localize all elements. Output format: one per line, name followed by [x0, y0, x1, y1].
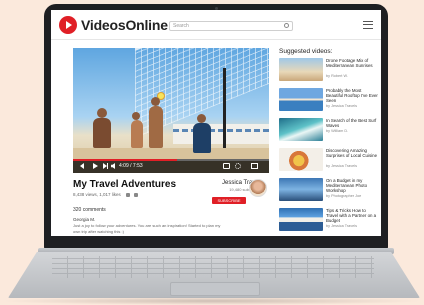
suggested-video-author: by Jessica Travels: [326, 104, 358, 108]
laptop-shadow: [0, 297, 424, 305]
player-head: [97, 108, 107, 118]
fullscreen-icon[interactable]: [251, 163, 258, 169]
player-figure: [149, 106, 163, 148]
volume-icon[interactable]: [111, 163, 115, 169]
video-frame-building: [173, 124, 269, 144]
video-stats: 8,438 views, 1,017 likes: [73, 192, 139, 197]
comments-count: 320 comments: [73, 207, 106, 213]
subscribe-button[interactable]: SUBSCRIBE: [212, 197, 246, 204]
skip-icon[interactable]: [103, 163, 108, 169]
suggested-video-title[interactable]: Discovering Amazing Surprises of Local C…: [326, 148, 378, 158]
suggested-video-thumbnail[interactable]: [279, 208, 323, 231]
suggested-video-thumbnail[interactable]: [279, 88, 323, 111]
suggested-video-author: by Photographer Joe: [326, 194, 362, 198]
dislike-icon[interactable]: [134, 192, 139, 197]
previous-icon[interactable]: [80, 163, 84, 169]
suggested-video-title[interactable]: Drone Footage Mix of Mediterranean Sunri…: [326, 58, 378, 68]
suggested-video-author: by Jessica Travels: [326, 164, 358, 168]
video-title: My Travel Adventures: [73, 179, 177, 190]
suggested-videos-heading: Suggested videos:: [279, 48, 333, 55]
comment-author[interactable]: Georgia M.: [73, 217, 95, 222]
comment-text: Just a joy to follow your adventures. Yo…: [73, 223, 221, 234]
cc-icon[interactable]: [223, 163, 230, 169]
play-icon[interactable]: [93, 163, 98, 169]
search-icon[interactable]: [284, 23, 289, 28]
suggested-video-title[interactable]: Tips & Tricks How to Travel with a Partn…: [326, 208, 378, 223]
video-controls: 4:09 / 7:53: [73, 159, 269, 173]
player-head: [132, 112, 140, 120]
site-name: VideosOnline: [81, 17, 168, 33]
suggested-video-item[interactable]: On a Budget in my Mediterranean Photo Wo…: [279, 178, 377, 203]
suggested-video-title[interactable]: In Search of the Best Surf Waves: [326, 118, 378, 128]
suggested-video-thumbnail[interactable]: [279, 148, 323, 171]
search-placeholder: Search: [173, 23, 189, 29]
search-input[interactable]: Search: [169, 21, 293, 31]
video-logo-icon: [59, 16, 77, 34]
video-time: 4:09 / 7:53: [119, 163, 143, 169]
site-logo[interactable]: VideosOnline: [59, 16, 168, 34]
suggested-video-item[interactable]: Tips & Tricks How to Travel with a Partn…: [279, 208, 377, 233]
site-header: VideosOnline Search: [51, 10, 381, 40]
suggested-video-author: by William D.: [326, 129, 349, 133]
suggested-video-author: by Jessica Travels: [326, 224, 358, 228]
net-pole: [223, 68, 226, 158]
player-head: [151, 97, 160, 106]
laptop-screen: VideosOnline Search 4:09 / 7:53 My Trave…: [51, 10, 381, 236]
suggested-video-title[interactable]: On a Budget in my Mediterranean Photo Wo…: [326, 178, 378, 193]
keyboard: [52, 256, 374, 278]
avatar[interactable]: [249, 179, 267, 197]
trackpad: [170, 282, 260, 296]
gear-icon[interactable]: [235, 163, 241, 169]
player-figure: [93, 118, 111, 148]
player-figure: [131, 120, 143, 148]
video-stats-text: 8,438 views, 1,017 likes: [73, 192, 121, 197]
suggested-video-thumbnail[interactable]: [279, 178, 323, 201]
suggested-video-author: by Robert W.: [326, 74, 348, 78]
suggested-video-item[interactable]: In Search of the Best Surf Waves by Will…: [279, 118, 377, 143]
suggested-video-thumbnail[interactable]: [279, 58, 323, 81]
menu-icon[interactable]: [363, 21, 373, 29]
like-icon[interactable]: [126, 192, 131, 197]
suggested-video-thumbnail[interactable]: [279, 118, 323, 141]
player-head: [197, 114, 206, 123]
video-progress-fill: [73, 159, 177, 161]
player-figure: [193, 123, 211, 153]
suggested-video-item[interactable]: Probably the Most Beautiful Rooftop I've…: [279, 88, 378, 113]
video-player[interactable]: 4:09 / 7:53: [73, 48, 269, 173]
suggested-video-title[interactable]: Probably the Most Beautiful Rooftop I've…: [326, 88, 378, 103]
suggested-video-item[interactable]: Discovering Amazing Surprises of Local C…: [279, 148, 377, 173]
suggested-video-item[interactable]: Drone Footage Mix of Mediterranean Sunri…: [279, 58, 377, 83]
video-progress-bar[interactable]: [73, 159, 269, 161]
